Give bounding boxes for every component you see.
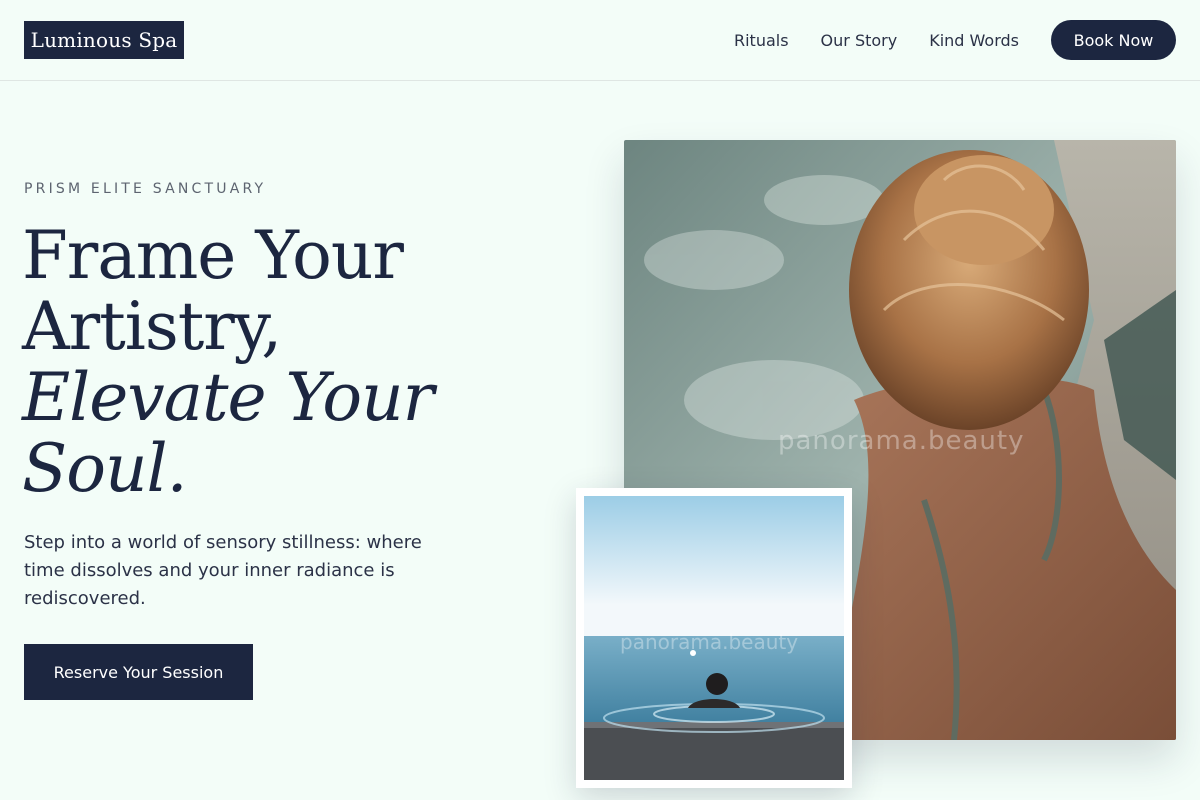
headline-line: Frame Your (22, 217, 404, 294)
headline-line: Artistry, (22, 288, 282, 365)
hero-eyebrow: PRISM ELITE SANCTUARY (24, 181, 267, 197)
hero-inset-image: panorama.beauty (584, 496, 844, 780)
hero-subtitle: Step into a world of sensory stillness: … (24, 532, 422, 609)
hero-inset-image-frame: panorama.beauty (576, 488, 852, 788)
nav-link-rituals[interactable]: Rituals (734, 31, 789, 50)
reserve-session-button[interactable]: Reserve Your Session (24, 644, 253, 700)
image-watermark: panorama.beauty (778, 426, 1025, 456)
image-watermark: panorama.beauty (620, 630, 799, 654)
headline-italic-line: Elevate Your (22, 359, 434, 436)
logo[interactable]: Luminous Spa (24, 21, 184, 59)
nav-link-kind-words[interactable]: Kind Words (929, 31, 1019, 50)
book-now-button[interactable]: Book Now (1051, 20, 1176, 60)
main-nav: Rituals Our Story Kind Words Book Now (734, 20, 1176, 60)
site-header: Luminous Spa Rituals Our Story Kind Word… (0, 0, 1200, 81)
headline-italic-line: Soul. (22, 430, 188, 507)
hero-headline: Frame Your Artistry, Elevate Your Soul. (22, 220, 542, 504)
nav-link-our-story[interactable]: Our Story (821, 31, 898, 50)
